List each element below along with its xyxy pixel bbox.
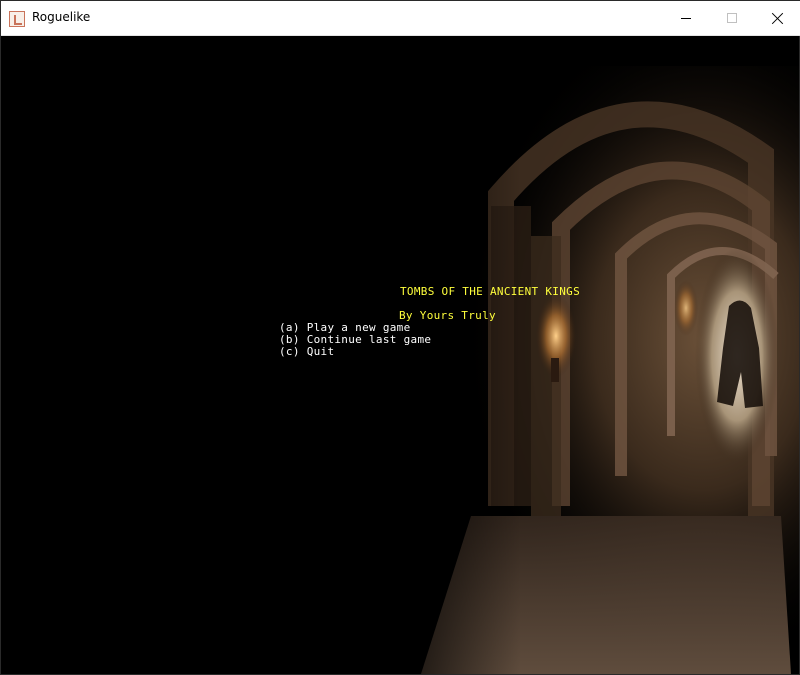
app-icon (9, 11, 25, 27)
maximize-icon (727, 13, 737, 23)
game-window: Roguelike TOMBS OF THE ANCIENT KINGS By … (0, 0, 800, 675)
close-icon (772, 12, 784, 24)
game-title: TOMBS OF THE ANCIENT KINGS (400, 285, 580, 298)
game-author: By Yours Truly (399, 309, 496, 322)
window-title: Roguelike (32, 10, 91, 24)
minimize-icon (681, 17, 691, 19)
game-canvas[interactable]: TOMBS OF THE ANCIENT KINGS By Yours Trul… (1, 36, 799, 674)
menu-option-quit[interactable]: (c) Quit (279, 346, 334, 358)
title-bar[interactable]: Roguelike (1, 1, 800, 36)
maximize-button[interactable] (709, 1, 755, 35)
minimize-button[interactable] (663, 1, 709, 35)
close-button[interactable] (755, 1, 800, 35)
dungeon-corridor-background (1, 36, 799, 674)
